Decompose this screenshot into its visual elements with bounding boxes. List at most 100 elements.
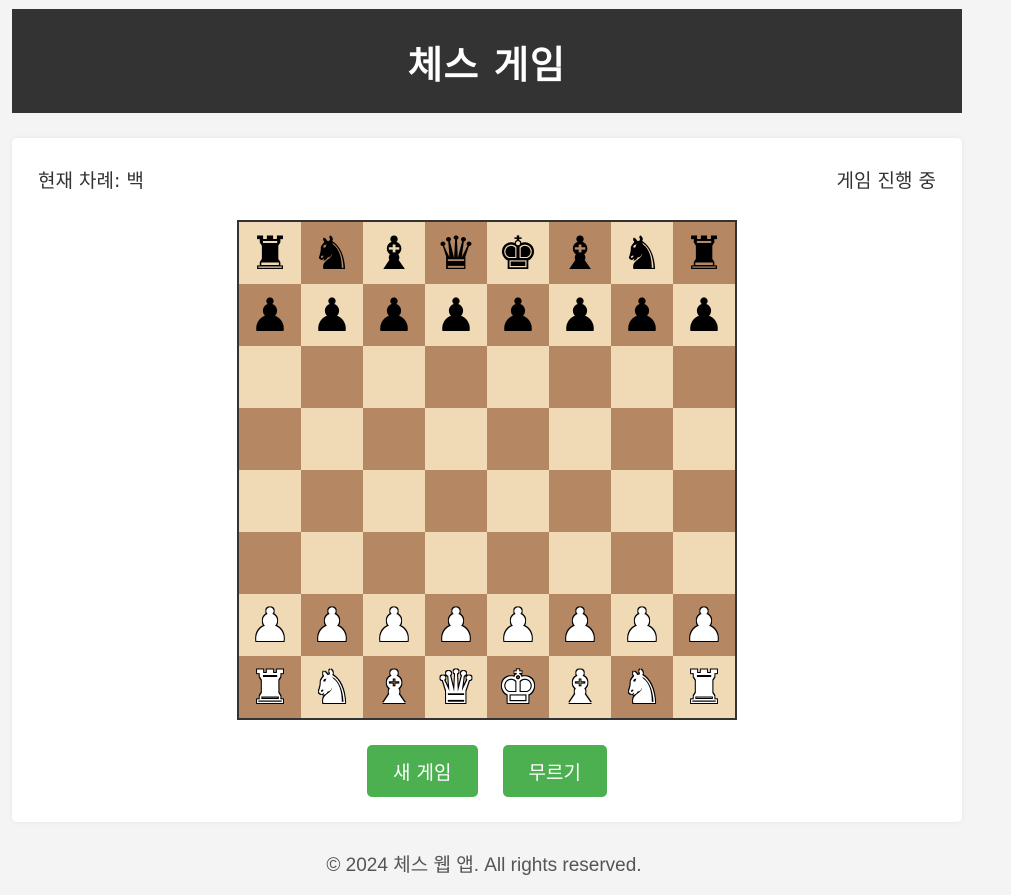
- square-g2[interactable]: ♟: [611, 594, 673, 656]
- white-pawn-piece[interactable]: ♟: [497, 602, 538, 648]
- square-b7[interactable]: ♟: [301, 284, 363, 346]
- square-b1[interactable]: ♞: [301, 656, 363, 718]
- square-c2[interactable]: ♟: [363, 594, 425, 656]
- square-c4[interactable]: [363, 470, 425, 532]
- square-d1[interactable]: ♛: [425, 656, 487, 718]
- black-pawn-piece[interactable]: ♟: [683, 292, 724, 338]
- black-knight-piece[interactable]: ♞: [311, 230, 352, 276]
- white-rook-piece[interactable]: ♜: [249, 664, 290, 710]
- square-g5[interactable]: [611, 408, 673, 470]
- white-queen-piece[interactable]: ♛: [435, 664, 476, 710]
- current-turn: 현재 차례: 백: [38, 170, 144, 192]
- square-g3[interactable]: [611, 532, 673, 594]
- square-a1[interactable]: ♜: [239, 656, 301, 718]
- square-h5[interactable]: [673, 408, 735, 470]
- white-pawn-piece[interactable]: ♟: [435, 602, 476, 648]
- square-g7[interactable]: ♟: [611, 284, 673, 346]
- white-knight-piece[interactable]: ♞: [621, 664, 662, 710]
- page-title: 체스 게임: [407, 42, 567, 87]
- white-pawn-piece[interactable]: ♟: [621, 602, 662, 648]
- square-a3[interactable]: [239, 532, 301, 594]
- new-game-button[interactable]: 새 게임: [367, 745, 478, 797]
- square-c8[interactable]: ♝: [363, 222, 425, 284]
- square-b5[interactable]: [301, 408, 363, 470]
- black-pawn-piece[interactable]: ♟: [435, 292, 476, 338]
- square-h8[interactable]: ♜: [673, 222, 735, 284]
- square-a4[interactable]: [239, 470, 301, 532]
- black-bishop-piece[interactable]: ♝: [559, 230, 600, 276]
- square-f2[interactable]: ♟: [549, 594, 611, 656]
- white-bishop-piece[interactable]: ♝: [559, 664, 600, 710]
- square-b6[interactable]: [301, 346, 363, 408]
- undo-button[interactable]: 무르기: [502, 745, 607, 797]
- square-g8[interactable]: ♞: [611, 222, 673, 284]
- square-h4[interactable]: [673, 470, 735, 532]
- white-rook-piece[interactable]: ♜: [683, 664, 724, 710]
- square-a6[interactable]: [239, 346, 301, 408]
- white-knight-piece[interactable]: ♞: [311, 664, 352, 710]
- square-b8[interactable]: ♞: [301, 222, 363, 284]
- square-c5[interactable]: [363, 408, 425, 470]
- square-g4[interactable]: [611, 470, 673, 532]
- square-f6[interactable]: [549, 346, 611, 408]
- black-bishop-piece[interactable]: ♝: [373, 230, 414, 276]
- square-c7[interactable]: ♟: [363, 284, 425, 346]
- square-c3[interactable]: [363, 532, 425, 594]
- square-f5[interactable]: [549, 408, 611, 470]
- square-a8[interactable]: ♜: [239, 222, 301, 284]
- square-c6[interactable]: [363, 346, 425, 408]
- black-rook-piece[interactable]: ♜: [683, 230, 724, 276]
- square-e5[interactable]: [487, 408, 549, 470]
- square-g1[interactable]: ♞: [611, 656, 673, 718]
- square-b4[interactable]: [301, 470, 363, 532]
- square-h7[interactable]: ♟: [673, 284, 735, 346]
- square-h1[interactable]: ♜: [673, 656, 735, 718]
- white-bishop-piece[interactable]: ♝: [373, 664, 414, 710]
- black-king-piece[interactable]: ♚: [497, 230, 538, 276]
- square-d5[interactable]: [425, 408, 487, 470]
- square-f4[interactable]: [549, 470, 611, 532]
- square-a2[interactable]: ♟: [239, 594, 301, 656]
- square-e2[interactable]: ♟: [487, 594, 549, 656]
- white-pawn-piece[interactable]: ♟: [311, 602, 352, 648]
- white-king-piece[interactable]: ♚: [497, 664, 538, 710]
- square-e1[interactable]: ♚: [487, 656, 549, 718]
- square-d2[interactable]: ♟: [425, 594, 487, 656]
- square-b2[interactable]: ♟: [301, 594, 363, 656]
- square-d6[interactable]: [425, 346, 487, 408]
- square-h3[interactable]: [673, 532, 735, 594]
- white-pawn-piece[interactable]: ♟: [559, 602, 600, 648]
- white-pawn-piece[interactable]: ♟: [683, 602, 724, 648]
- square-b3[interactable]: [301, 532, 363, 594]
- square-e3[interactable]: [487, 532, 549, 594]
- black-pawn-piece[interactable]: ♟: [373, 292, 414, 338]
- white-pawn-piece[interactable]: ♟: [249, 602, 290, 648]
- square-f3[interactable]: [549, 532, 611, 594]
- square-e4[interactable]: [487, 470, 549, 532]
- square-h2[interactable]: ♟: [673, 594, 735, 656]
- square-e7[interactable]: ♟: [487, 284, 549, 346]
- black-knight-piece[interactable]: ♞: [621, 230, 662, 276]
- square-f1[interactable]: ♝: [549, 656, 611, 718]
- black-pawn-piece[interactable]: ♟: [497, 292, 538, 338]
- square-d8[interactable]: ♛: [425, 222, 487, 284]
- square-d4[interactable]: [425, 470, 487, 532]
- black-rook-piece[interactable]: ♜: [249, 230, 290, 276]
- black-queen-piece[interactable]: ♛: [435, 230, 476, 276]
- square-d3[interactable]: [425, 532, 487, 594]
- black-pawn-piece[interactable]: ♟: [311, 292, 352, 338]
- square-c1[interactable]: ♝: [363, 656, 425, 718]
- black-pawn-piece[interactable]: ♟: [621, 292, 662, 338]
- square-f7[interactable]: ♟: [549, 284, 611, 346]
- black-pawn-piece[interactable]: ♟: [249, 292, 290, 338]
- square-f8[interactable]: ♝: [549, 222, 611, 284]
- square-h6[interactable]: [673, 346, 735, 408]
- square-g6[interactable]: [611, 346, 673, 408]
- square-e8[interactable]: ♚: [487, 222, 549, 284]
- square-e6[interactable]: [487, 346, 549, 408]
- square-a5[interactable]: [239, 408, 301, 470]
- square-a7[interactable]: ♟: [239, 284, 301, 346]
- black-pawn-piece[interactable]: ♟: [559, 292, 600, 338]
- white-pawn-piece[interactable]: ♟: [373, 602, 414, 648]
- square-d7[interactable]: ♟: [425, 284, 487, 346]
